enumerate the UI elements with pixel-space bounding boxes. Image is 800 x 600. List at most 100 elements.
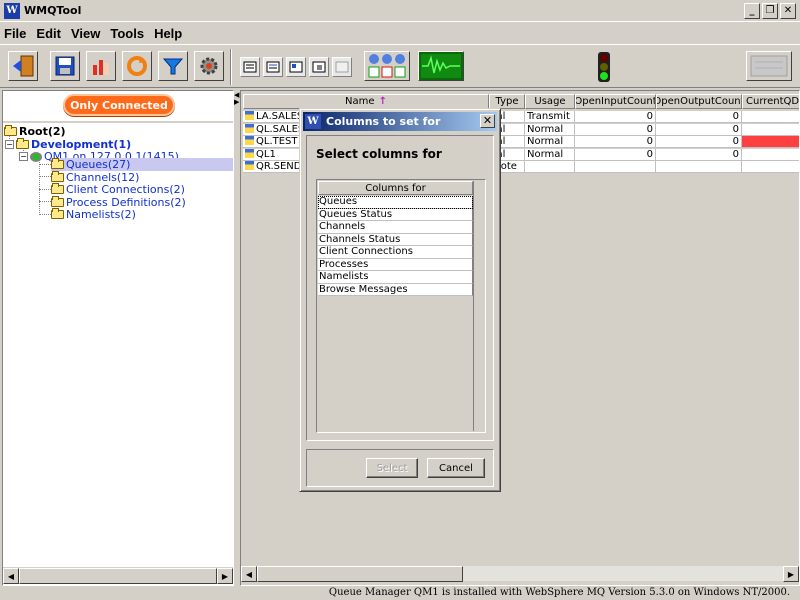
cancel-button[interactable]: Cancel xyxy=(427,458,485,478)
col-header-open-input-count[interactable]: OpenInputCount xyxy=(575,94,656,109)
table-cell-cur[interactable] xyxy=(742,136,799,148)
table-cell-cur[interactable] xyxy=(742,123,799,136)
list-item[interactable]: Channels Status xyxy=(318,233,473,246)
toolbar-separator xyxy=(230,49,232,85)
dialog-title-bar[interactable]: W Columns to set for ✕ xyxy=(303,112,497,131)
status-lights-icon xyxy=(368,54,406,78)
table-cell-cur[interactable] xyxy=(742,111,799,123)
col-header-current-q-depth[interactable]: CurrentQDe xyxy=(742,94,799,109)
list-item[interactable]: Client Connections xyxy=(318,246,473,259)
view-list-button[interactable] xyxy=(240,57,260,77)
tree-horizontal-scrollbar[interactable]: ◀ ▶ xyxy=(3,567,233,584)
menu-tools[interactable]: Tools xyxy=(110,26,144,41)
scroll-thumb[interactable] xyxy=(257,566,463,582)
queue-name: LA.SALES xyxy=(256,111,304,122)
table-cell-usage[interactable]: Transmit xyxy=(525,111,575,123)
table-cell-out[interactable] xyxy=(656,161,742,173)
queue-icon xyxy=(245,148,254,158)
menu-file[interactable]: File xyxy=(4,26,26,41)
col-header-open-output-count[interactable]: OpenOutputCount xyxy=(656,94,742,109)
scroll-right-icon[interactable]: ▶ xyxy=(217,568,233,584)
list-item[interactable]: Browse Messages xyxy=(318,283,473,296)
table-horizontal-scrollbar[interactable]: ◀ ▶ xyxy=(241,565,799,582)
list-item[interactable]: Namelists xyxy=(318,271,473,284)
table-cell-cur[interactable] xyxy=(742,161,799,173)
list-item[interactable]: Queues xyxy=(318,196,473,209)
scroll-thumb[interactable] xyxy=(19,568,217,584)
table-cell-out[interactable]: 0 xyxy=(656,111,742,123)
list-item[interactable]: Queues Status xyxy=(318,208,473,221)
tree-node-label: Namelists(2) xyxy=(66,208,136,221)
menu-help[interactable]: Help xyxy=(154,26,182,41)
app-icon: W xyxy=(4,2,20,19)
col-header-name[interactable]: Name ↑ xyxy=(243,94,489,109)
scroll-right-icon[interactable]: ▶ xyxy=(783,566,799,582)
tiles-icon xyxy=(312,61,326,73)
view-details-button[interactable] xyxy=(263,57,283,77)
table-cell-in[interactable]: 0 xyxy=(575,123,656,136)
collapse-icon[interactable]: − xyxy=(5,140,14,149)
table-cell-usage[interactable] xyxy=(525,161,575,173)
traffic-light-icon xyxy=(594,51,614,86)
list-item[interactable]: Processes xyxy=(318,258,473,271)
tree-node-queues[interactable]: Queues(27) xyxy=(51,158,233,171)
restore-button[interactable]: ❐ xyxy=(762,3,778,19)
list-vertical-scrollbar[interactable] xyxy=(473,181,484,431)
status-lights-button[interactable] xyxy=(364,51,410,81)
tree-node-namelists[interactable]: Namelists(2) xyxy=(51,208,136,221)
menu-edit[interactable]: Edit xyxy=(36,26,61,41)
table-cell-in[interactable] xyxy=(575,161,656,173)
dialog-close-button[interactable]: ✕ xyxy=(480,114,495,128)
scroll-left-icon[interactable]: ◀ xyxy=(241,566,257,582)
settings-button[interactable] xyxy=(194,51,224,81)
queue-name: QL.TEST xyxy=(256,136,298,147)
floppy-disk-icon xyxy=(55,56,75,76)
gear-icon xyxy=(200,57,218,75)
filter-funnel-icon xyxy=(162,58,184,75)
table-cell-usage[interactable]: Normal xyxy=(525,148,575,161)
details-icon xyxy=(266,61,280,73)
refresh-button[interactable] xyxy=(122,51,152,81)
table-cell-out[interactable]: 0 xyxy=(656,136,742,148)
table-cell-usage[interactable]: Normal xyxy=(525,136,575,148)
select-button[interactable]: Select xyxy=(366,458,418,478)
filter-button[interactable] xyxy=(158,51,188,81)
collapse-icon[interactable]: − xyxy=(19,152,28,161)
table-cell-in[interactable]: 0 xyxy=(575,136,656,148)
disabled-panel-button[interactable] xyxy=(746,51,792,81)
close-button[interactable]: ✕ xyxy=(780,3,796,19)
scroll-left-icon[interactable]: ◀ xyxy=(3,568,19,584)
minimize-button[interactable]: _ xyxy=(744,3,760,19)
only-connected-button[interactable]: Only Connected xyxy=(63,94,175,116)
chart-hand-icon xyxy=(93,60,109,75)
col-header-usage[interactable]: Usage xyxy=(525,94,575,109)
tree-node-root[interactable]: Root(2) xyxy=(4,125,66,138)
exit-button[interactable] xyxy=(8,51,38,81)
tree-line xyxy=(39,214,51,215)
monitor-wave-icon xyxy=(421,54,461,78)
refresh-icon xyxy=(127,56,147,76)
view-icons-button[interactable] xyxy=(286,57,306,77)
table-cell-out[interactable]: 0 xyxy=(656,148,742,161)
view-disabled-button[interactable] xyxy=(332,57,352,77)
tree-line xyxy=(39,176,51,177)
save-button[interactable] xyxy=(50,51,80,81)
table-cell-out[interactable]: 0 xyxy=(656,123,742,136)
list-item[interactable]: Channels xyxy=(318,221,473,234)
tree-node-client-connections[interactable]: Client Connections(2) xyxy=(51,183,185,196)
columns-list: Columns for Queues Queues Status Channels C… xyxy=(316,179,486,433)
list-icon xyxy=(243,61,257,73)
queue-name: QL.SALES xyxy=(256,123,305,135)
tree-node-label: Root(2) xyxy=(19,125,66,138)
col-header-type[interactable]: Type xyxy=(489,94,525,109)
chart-button[interactable] xyxy=(86,51,116,81)
table-cell-in[interactable]: 0 xyxy=(575,148,656,161)
table-cell-cur[interactable] xyxy=(742,148,799,161)
view-tiles-button[interactable] xyxy=(309,57,329,77)
monitor-button[interactable] xyxy=(418,51,464,81)
menu-view[interactable]: View xyxy=(71,26,100,41)
table-cell-in[interactable]: 0 xyxy=(575,111,656,123)
table-cell-usage[interactable]: Normal xyxy=(525,123,575,136)
list-header[interactable]: Columns for xyxy=(318,181,473,195)
blank-view-icon xyxy=(335,61,349,73)
